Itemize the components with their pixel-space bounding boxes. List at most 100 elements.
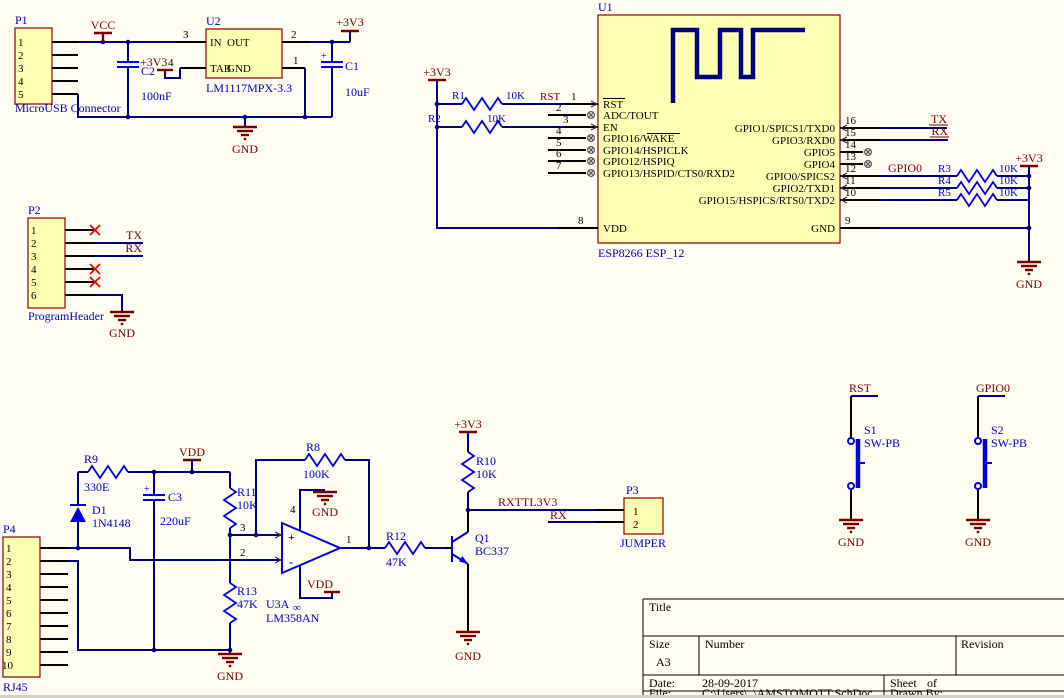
rx-net-label: RX — [931, 124, 948, 138]
u1-name-adc: ADC/TOUT — [603, 110, 659, 122]
u3a-value: LM358AN — [266, 611, 320, 625]
u1-num-4: 4 — [556, 125, 562, 137]
opamp-vdd-label: VDD — [307, 577, 333, 591]
u1-ref: U1 — [598, 0, 613, 14]
p4-pin-9: 9 — [6, 647, 12, 659]
p1-ref: P1 — [15, 13, 28, 27]
u1-name-gpio3: GPIO3/RXD0 — [772, 135, 835, 147]
p1-pin-1: 1 — [18, 37, 24, 49]
p4-label: RJ45 — [3, 680, 28, 694]
p2-pin-3: 3 — [31, 251, 37, 263]
u1-num-1: 1 — [571, 91, 577, 103]
r8-value: 100K — [303, 467, 330, 481]
r10-ref: R10 — [476, 454, 496, 468]
u2-num-out: 2 — [291, 29, 297, 41]
r5-ref: R5 — [938, 187, 951, 199]
u1-name-gpio0: GPIO0/SPICS2 — [766, 171, 835, 183]
r11-value: 10K — [237, 498, 258, 512]
p4-pin-3: 3 — [6, 569, 12, 581]
rxttl-net-label: RXTTL3V3 — [498, 495, 557, 509]
r11-ref: R11 — [237, 485, 257, 499]
p4-pin-7: 7 — [6, 621, 12, 633]
u1-num-11: 11 — [845, 175, 856, 187]
p4-pin-5: 5 — [6, 595, 12, 607]
tb-size-label: Size — [649, 637, 670, 651]
u2-value: LM1117MPX-3.3 — [206, 81, 292, 95]
r2-value: 10K — [487, 113, 506, 125]
tb-number-label: Number — [705, 637, 744, 651]
r9-ref: R9 — [84, 452, 98, 466]
p1-pin-2: 2 — [18, 50, 24, 62]
connector-p3-body[interactable] — [624, 498, 663, 534]
p1-pin-3: 3 — [18, 63, 24, 75]
p4-pin-6: 6 — [6, 608, 12, 620]
u1-name-gpio15: GPIO15/HSPICS/RTS0/TXD2 — [699, 195, 835, 207]
u1-name-gpio16: GPIO16/WAKE — [603, 133, 675, 145]
r1-ref: R1 — [452, 90, 465, 102]
u1-name-gpio1: GPIO1/SPICS1/TXD0 — [735, 123, 836, 135]
u2-ref: U2 — [206, 14, 221, 28]
p2-pin-1: 1 — [31, 225, 37, 237]
p4-pin-10: 10 — [2, 660, 14, 672]
c1-plus: + — [321, 51, 327, 62]
u2-num-in: 3 — [183, 29, 189, 41]
opamp-minus: - — [289, 555, 293, 569]
r10-value: 10K — [476, 467, 497, 481]
u1-name-gpio5: GPIO5 — [804, 147, 836, 159]
p2-rx-net-label: RX — [125, 241, 142, 255]
u2-num-gnd: 1 — [293, 55, 299, 67]
p2-pin-6: 6 — [31, 290, 37, 302]
r8-ref: R8 — [306, 440, 320, 454]
p4-ref: P4 — [3, 522, 16, 536]
u1-num-12: 12 — [845, 163, 856, 175]
r5-value: 10K — [999, 187, 1018, 199]
opamp-plus: + — [288, 530, 295, 544]
u1-num-7: 7 — [556, 160, 562, 172]
p4-pin-4: 4 — [6, 582, 12, 594]
r1-value: 10K — [506, 90, 525, 102]
q1-supply-label: +3V3 — [454, 417, 481, 431]
c1-value: 10uF — [345, 85, 370, 99]
d1-ref: D1 — [92, 503, 107, 517]
s2-ref: S2 — [991, 423, 1004, 437]
s1-value: SW-PB — [864, 436, 900, 450]
r9-value: 330E — [84, 480, 109, 494]
p2-pin-2: 2 — [31, 238, 37, 250]
u1-num-13: 13 — [845, 151, 857, 163]
r4-value: 10K — [999, 175, 1018, 187]
d1-value: 1N4148 — [92, 516, 131, 530]
vdd-net-label: VDD — [179, 445, 205, 459]
p3-pin-1: 1 — [633, 506, 639, 518]
c2-value: 100nF — [141, 89, 172, 103]
p1-pin-4: 4 — [18, 76, 24, 88]
p4-pin-2: 2 — [6, 556, 12, 568]
opamp-num-4: 4 — [290, 504, 296, 516]
u1-name-gpio2: GPIO2/TXD1 — [773, 183, 835, 195]
s2-gnd-label: GND — [965, 535, 991, 549]
power-gnd-label: GND — [232, 142, 258, 156]
u1-name-gpio4: GPIO4 — [804, 159, 836, 171]
u1-value: ESP8266 ESP_12 — [598, 246, 684, 260]
c3-plus: + — [144, 484, 150, 495]
vcc-net-label: VCC — [91, 18, 116, 32]
r13-value: 47K — [237, 597, 258, 611]
p3-label: JUMPER — [620, 536, 666, 550]
u1-num-9: 9 — [845, 215, 851, 227]
c3-ref: C3 — [168, 490, 182, 504]
u1-num-16: 16 — [845, 115, 857, 127]
p1-label: MicroUSB Connector — [15, 101, 121, 115]
p3-rx-net-label: RX — [550, 508, 567, 522]
s2-value: SW-PB — [991, 436, 1027, 450]
u2-pin-out: OUT — [227, 37, 250, 49]
r12-value: 47K — [386, 555, 407, 569]
u1-num-15: 15 — [845, 127, 857, 139]
u1-name-vdd: VDD — [603, 223, 627, 235]
r13-ref: R13 — [237, 584, 257, 598]
s1-ref: S1 — [864, 423, 877, 437]
opamp-num-3: 3 — [240, 522, 246, 534]
p2-pin-5: 5 — [31, 277, 37, 289]
p2-label: ProgramHeader — [28, 309, 104, 323]
u1-num-8: 8 — [578, 215, 584, 227]
u2-pin-in: IN — [210, 37, 222, 49]
schematic-canvas: P1 1 2 3 4 5 MicroUSB Connector VCC C2 1… — [0, 0, 1064, 698]
